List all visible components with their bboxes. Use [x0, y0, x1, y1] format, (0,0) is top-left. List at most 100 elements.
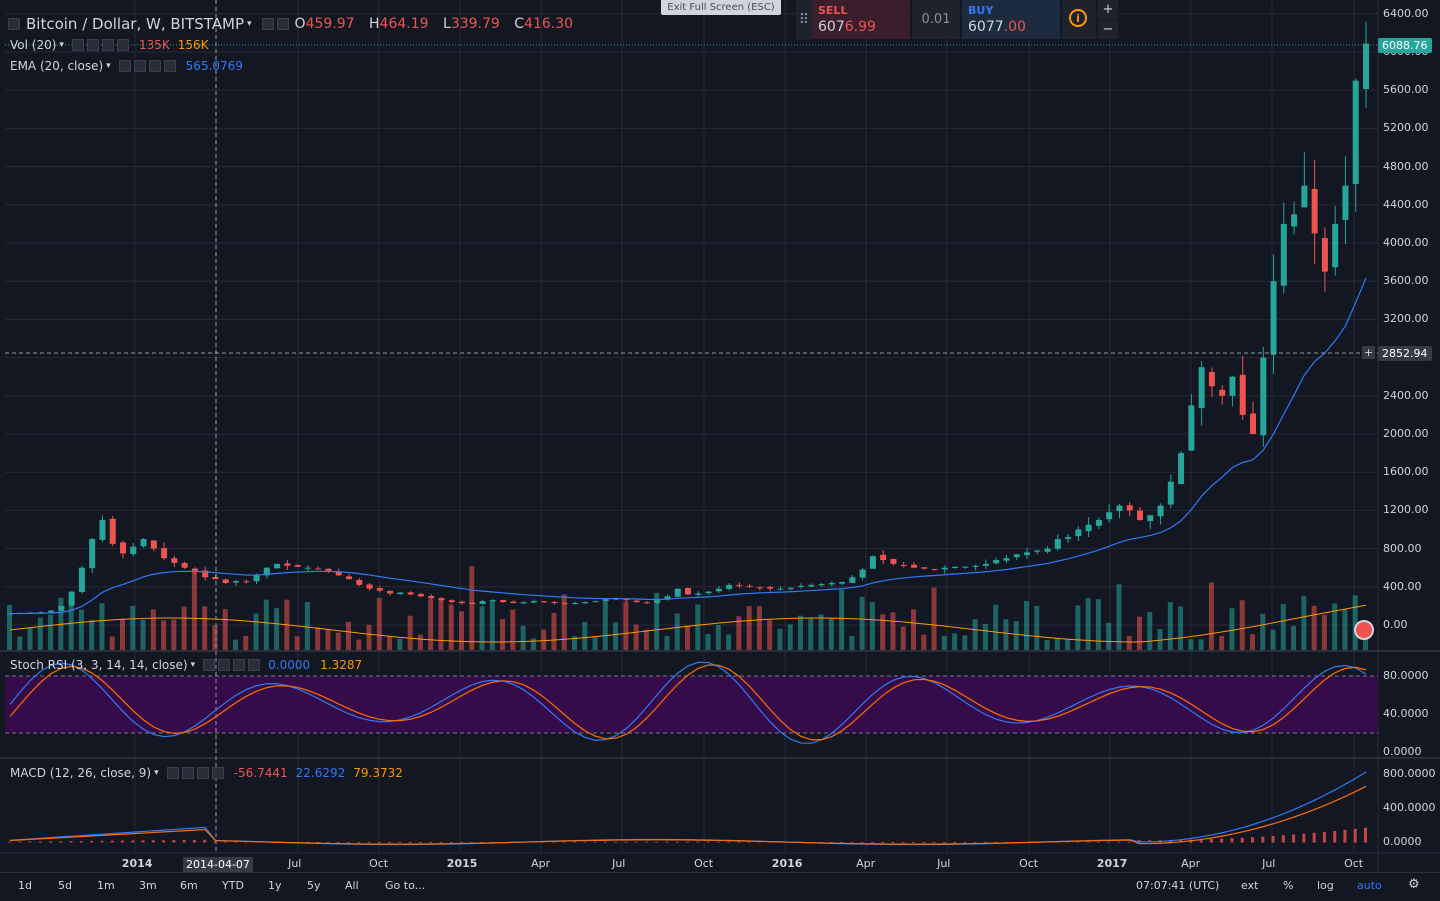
volume-bar: [315, 627, 321, 650]
candle-body: [1044, 548, 1051, 552]
range-5d[interactable]: 5d: [58, 879, 72, 892]
volume-bar: [900, 626, 906, 650]
macd-histogram-bar: [1364, 827, 1367, 843]
exit-fullscreen-button[interactable]: Exit Full Screen (ESC): [661, 0, 781, 15]
bottom-toolbar: 1d 5d 1m 3m 6m YTD 1y 5y All Go to... 07…: [0, 872, 1440, 901]
eye-icon[interactable]: [181, 767, 194, 779]
price-tick-label: 1600.00: [1383, 465, 1429, 479]
volume-bar: [1178, 606, 1184, 650]
close-icon[interactable]: [163, 60, 176, 72]
price-tick-label: 400.00: [1383, 579, 1422, 593]
candle-body: [1291, 214, 1298, 227]
range-1m[interactable]: 1m: [97, 879, 115, 892]
qty-minus-button[interactable]: −: [1098, 20, 1118, 39]
candle-body: [294, 565, 301, 567]
log-toggle[interactable]: log: [1317, 879, 1334, 892]
range-ytd[interactable]: YTD: [222, 879, 244, 892]
gear-icon[interactable]: ⚙: [1408, 877, 1420, 892]
volume-bar: [715, 624, 721, 650]
macd-histogram-bar: [573, 841, 576, 843]
chevron-down-icon[interactable]: ▾: [191, 660, 196, 670]
chevron-down-icon[interactable]: ▾: [59, 40, 64, 50]
candle-body: [212, 576, 219, 580]
settings-icon[interactable]: [71, 39, 84, 51]
macd-tick-label: 400.0000: [1383, 801, 1436, 814]
chevron-down-icon[interactable]: ▾: [154, 768, 159, 778]
candle-body: [941, 567, 948, 570]
clock-time[interactable]: 07:07:41 (UTC): [1136, 879, 1219, 892]
range-5y[interactable]: 5y: [307, 879, 321, 892]
sell-button[interactable]: SELL 6076.99: [812, 0, 910, 39]
macd-histogram-bar: [59, 841, 63, 843]
volume-bar: [592, 637, 598, 650]
range-1y[interactable]: 1y: [268, 879, 282, 892]
symbol-title[interactable]: Bitcoin / Dollar, W, BITSTAMP: [26, 15, 244, 33]
candle-body: [705, 591, 712, 594]
info-button[interactable]: i: [1062, 0, 1096, 39]
qty-plus-button[interactable]: +: [1098, 0, 1118, 19]
range-all[interactable]: All: [345, 879, 359, 892]
candle-body: [572, 603, 578, 605]
ema-label[interactable]: EMA (20, close): [10, 59, 103, 73]
close-icon[interactable]: [211, 767, 224, 779]
macd-label[interactable]: MACD (12, 26, close, 9): [10, 766, 151, 780]
settings-icon[interactable]: [261, 18, 274, 30]
candle-body: [1137, 510, 1143, 520]
eye-icon[interactable]: [86, 39, 99, 51]
candle-body: [99, 519, 106, 540]
macd-histogram-bar: [1281, 835, 1285, 843]
volume-bar: [1034, 605, 1040, 650]
settings-icon[interactable]: [166, 767, 179, 779]
collapse-icon[interactable]: [8, 18, 20, 30]
macd-line-value: 22.6292: [295, 766, 346, 780]
eye-icon[interactable]: [218, 659, 231, 671]
eye-icon[interactable]: [276, 18, 289, 30]
chevron-down-icon[interactable]: ▾: [247, 19, 252, 29]
goto-button[interactable]: Go to...: [385, 879, 425, 892]
stoch-tick-label: 0.0000: [1383, 745, 1422, 758]
volume-bar: [921, 634, 927, 650]
plus-icon[interactable]: [233, 659, 246, 671]
macd-histogram-bar: [881, 842, 885, 843]
candle-body: [839, 582, 846, 584]
volume-bar: [1250, 634, 1255, 650]
plus-icon[interactable]: [148, 60, 161, 72]
volume-bar: [130, 605, 136, 650]
volume-bar: [643, 629, 649, 650]
range-6m[interactable]: 6m: [180, 879, 198, 892]
close-icon[interactable]: [116, 39, 129, 51]
candle-body: [931, 569, 938, 571]
stoch-label[interactable]: Stoch RSI (3, 3, 14, 14, close): [10, 658, 188, 672]
volume-bar: [469, 566, 475, 650]
range-1d[interactable]: 1d: [18, 879, 32, 892]
auto-toggle[interactable]: auto: [1357, 879, 1382, 892]
volume-bar: [325, 629, 331, 650]
eye-icon[interactable]: [133, 60, 146, 72]
drag-handle-icon[interactable]: ⠿: [796, 0, 812, 40]
macd-hist-value: -56.7441: [233, 766, 288, 780]
chart-canvas[interactable]: [0, 0, 1440, 900]
settings-icon[interactable]: [118, 60, 131, 72]
percent-toggle[interactable]: %: [1283, 879, 1293, 892]
candle-body: [1229, 376, 1236, 396]
plus-icon[interactable]: [101, 39, 114, 51]
candle-body: [541, 601, 548, 603]
candle-body: [767, 587, 774, 589]
volume-bar: [387, 636, 393, 650]
ohlc-low-key: L: [443, 16, 451, 32]
volume-bar: [500, 618, 506, 650]
ext-toggle[interactable]: ext: [1241, 879, 1258, 892]
range-3m[interactable]: 3m: [139, 879, 157, 892]
close-icon[interactable]: [248, 659, 261, 671]
volume-bar: [705, 634, 711, 650]
plus-icon[interactable]: [196, 767, 209, 779]
volume-bar: [541, 629, 547, 650]
macd-histogram-bar: [552, 841, 556, 843]
sell-label: SELL: [818, 4, 848, 17]
vol-label[interactable]: Vol (20): [10, 38, 56, 52]
settings-icon[interactable]: [203, 659, 216, 671]
chevron-down-icon[interactable]: ▾: [106, 61, 111, 71]
add-alert-plus-icon[interactable]: +: [1362, 346, 1375, 359]
buy-button[interactable]: BUY 6077.00: [962, 0, 1060, 39]
crosshair-price-tag: 2852.94: [1378, 346, 1432, 361]
